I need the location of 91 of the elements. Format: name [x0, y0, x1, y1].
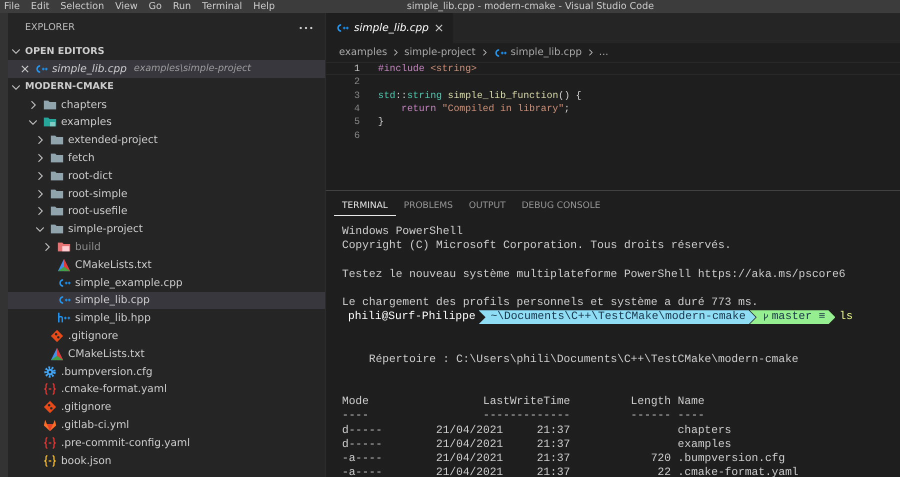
- prompt-path-segment: ~\Documents\C++\TestCMake\modern-cmake: [478, 310, 756, 324]
- menu-item[interactable]: Run: [172, 0, 192, 13]
- explorer-title: EXPLORER: [25, 22, 75, 33]
- tree-item[interactable]: CMakeLists.txt: [8, 344, 325, 363]
- menu-item[interactable]: View: [115, 0, 138, 13]
- gear-icon: [43, 364, 57, 379]
- tree-item[interactable]: extended-project: [8, 131, 325, 150]
- terminal-line: Le chargement des profils personnels et système a duré 773 ms.: [342, 296, 760, 310]
- braces-icon: [43, 454, 57, 468]
- line-number: 4: [353, 103, 360, 114]
- open-editors-header[interactable]: OPEN EDITORS: [8, 42, 325, 60]
- folder-icon: [50, 186, 64, 201]
- panel-tab[interactable]: OUTPUT: [460, 196, 514, 216]
- panel-tab[interactable]: DEBUG CONSOLE: [514, 196, 608, 216]
- tree-item[interactable]: simple-project: [8, 220, 325, 238]
- panel-tab[interactable]: PROBLEMS: [396, 196, 461, 216]
- folder-icon: [43, 98, 57, 112]
- cpp-file-icon: [335, 21, 349, 35]
- menu-item[interactable]: Edit: [30, 0, 50, 13]
- tree-item[interactable]: root-usefile: [8, 202, 325, 220]
- line-number: 3: [353, 90, 360, 101]
- line-number: 1: [353, 63, 360, 74]
- breadcrumb[interactable]: simple_lib.cpp: [510, 47, 582, 58]
- project-header[interactable]: MODERN-CMAKE: [8, 78, 325, 96]
- breadcrumb[interactable]: ...: [598, 47, 608, 58]
- prompt-branch-segment: master ≡: [750, 310, 836, 324]
- folder-icon: [57, 240, 71, 254]
- tree-item[interactable]: root-simple: [8, 184, 325, 203]
- tree-item[interactable]: .bumpversion.cfg: [8, 362, 325, 381]
- line-number: 2: [353, 76, 360, 88]
- terminal-command: ls: [839, 311, 853, 324]
- folder-icon: [50, 222, 64, 236]
- panel-tab[interactable]: TERMINAL: [334, 196, 396, 216]
- code-line: #include <string>: [378, 63, 477, 74]
- folder-icon: [43, 115, 57, 130]
- terminal-line: Testez le nouveau système multiplateforme PowerShell https://aka.ms/pscore6: [342, 268, 847, 282]
- terminal-line: Répertoire : C:\Users\phili\Documents\C++\TestCMake\modern-cmake: [368, 352, 800, 367]
- tree-item[interactable]: .gitlab-ci.yml: [8, 416, 325, 434]
- terminal-line: Copyright (C) Microsoft Corporation. Tous droits réservés.: [342, 239, 732, 254]
- breadcrumb[interactable]: simple-project: [404, 47, 476, 58]
- terminal-line: d----- 21/04/2021 21:37 examples: [342, 438, 732, 452]
- open-editor-item[interactable]: simple_lib.cpp examples\simple-project: [8, 60, 325, 78]
- terminal-line: ---- ------------- ------ ----: [342, 409, 706, 424]
- tree-item[interactable]: chapters: [8, 96, 325, 114]
- tree-item[interactable]: .gitignore: [8, 327, 325, 345]
- tree-item[interactable]: .pre-commit-config.yaml: [8, 434, 325, 452]
- diamond-icon: [50, 329, 64, 344]
- header-file-icon: [57, 311, 71, 326]
- line-number: 6: [353, 130, 360, 141]
- fox-head-icon: [43, 418, 57, 432]
- breadcrumb[interactable]: examples: [339, 47, 388, 58]
- triangle-icon: [50, 346, 64, 361]
- tree-item[interactable]: book.json: [8, 452, 325, 470]
- branch-icon: [762, 311, 770, 324]
- folder-icon: [50, 168, 64, 183]
- menu-item[interactable]: Go: [148, 0, 162, 13]
- menu-item[interactable]: Selection: [60, 0, 104, 13]
- code-line: return "Compiled in library";: [400, 103, 570, 114]
- code-line: }: [378, 116, 384, 128]
- tree-item[interactable]: build: [8, 238, 325, 256]
- diamond-icon: [43, 400, 57, 414]
- tree-item[interactable]: examples: [8, 114, 325, 132]
- more-actions-icon: [299, 24, 313, 30]
- editor-tab[interactable]: simple_lib.cpp: [326, 13, 453, 43]
- folder-icon: [50, 151, 64, 166]
- braces-icon: [43, 436, 57, 450]
- tree-item[interactable]: simple_example.cpp: [8, 274, 325, 292]
- code-line: std::string simple_lib_function() {: [378, 90, 582, 101]
- terminal-line: d----- 21/04/2021 21:37 chapters: [342, 424, 732, 438]
- window-title: simple_lib.cpp - modern-cmake - Visual Studio Code: [406, 0, 655, 13]
- close-icon: [20, 64, 30, 74]
- tree-item[interactable]: root-dict: [8, 166, 325, 185]
- menu-item[interactable]: Terminal: [202, 0, 242, 13]
- tree-item[interactable]: simple_lib.cpp: [8, 292, 325, 310]
- menu-item[interactable]: Help: [253, 0, 275, 13]
- folder-icon: [50, 133, 64, 148]
- triangle-icon: [57, 258, 71, 272]
- folder-icon: [50, 204, 64, 218]
- line-number: 5: [353, 116, 360, 128]
- menu-item[interactable]: File: [4, 0, 20, 13]
- tree-item[interactable]: simple_lib.hpp: [8, 309, 325, 328]
- prompt-user: phili@Surf-Philippe: [347, 311, 477, 324]
- terminal-line: Mode LastWriteTime Length Name: [342, 395, 706, 410]
- tree-item[interactable]: .cmake-format.yaml: [8, 380, 325, 398]
- terminal-line: Windows PowerShell: [342, 225, 464, 240]
- tree-item[interactable]: CMakeLists.txt: [8, 256, 325, 274]
- braces-icon: [43, 382, 57, 396]
- terminal-line: -a---- 21/04/2021 21:37 720 .bumpversion.cfg: [342, 452, 786, 466]
- close-icon: [434, 23, 444, 33]
- tree-item[interactable]: fetch: [8, 149, 325, 167]
- tree-item[interactable]: .gitignore: [8, 398, 325, 416]
